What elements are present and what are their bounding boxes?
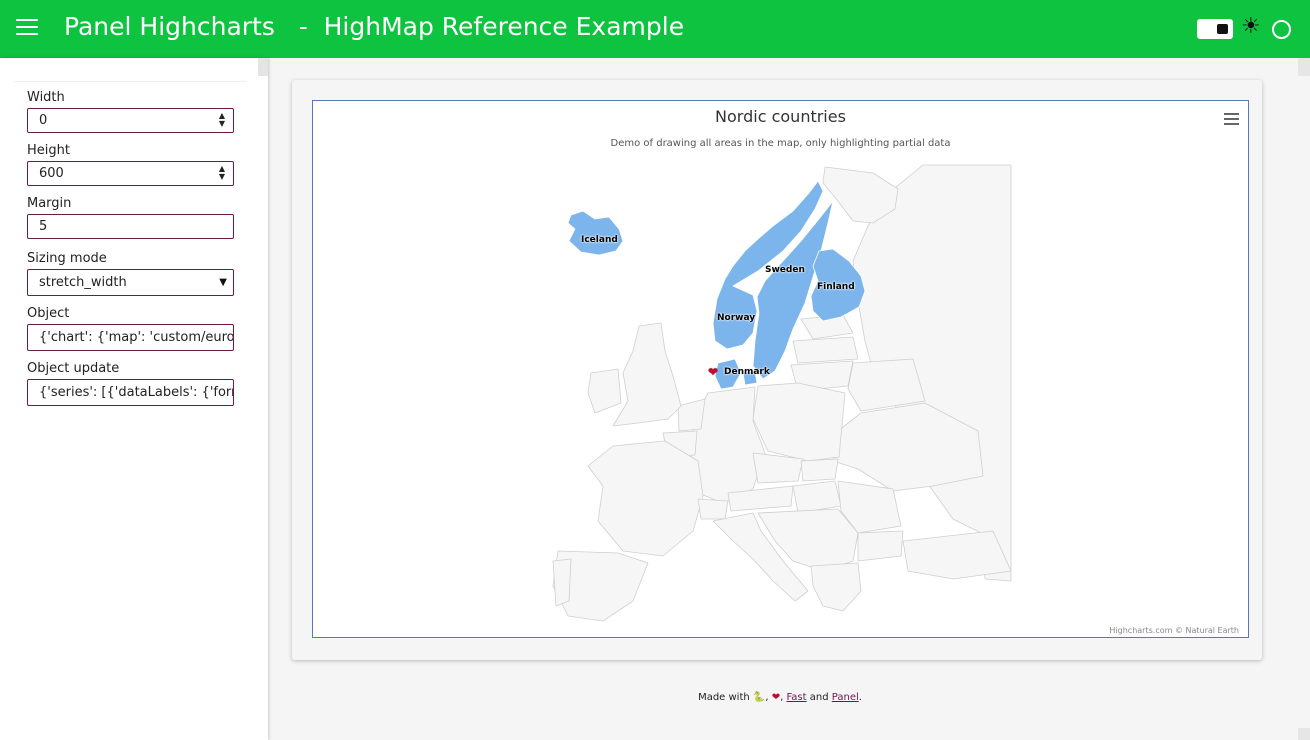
snake-icon: 🐍: [752, 692, 766, 703]
object-update-input[interactable]: {'series': [{'dataLabels': {'format: [27, 379, 234, 406]
sidebar-scrollbar[interactable]: [258, 58, 268, 76]
sweden-label: Sweden: [765, 265, 805, 275]
object-update-label: Object update: [27, 361, 120, 376]
object-value: {'chart': {'map': 'custom/europe: [39, 330, 234, 345]
great-britain-area[interactable]: [612, 322, 682, 427]
theme-toggle[interactable]: [1197, 19, 1233, 39]
width-input[interactable]: 0 ▲ ▼: [27, 108, 234, 133]
fast-link[interactable]: Fast: [786, 692, 806, 703]
bulgaria-area[interactable]: [857, 530, 904, 562]
object-update-value: {'series': [{'dataLabels': {'format: [39, 385, 233, 400]
portugal-area[interactable]: [552, 558, 572, 607]
height-value: 600: [39, 166, 64, 181]
greece-area[interactable]: [810, 562, 862, 612]
chart-credits[interactable]: Highcharts.com © Natural Earth: [1109, 626, 1239, 635]
switzerland-area[interactable]: [697, 498, 729, 520]
margin-input[interactable]: 5: [27, 214, 234, 239]
poland-area[interactable]: [752, 382, 846, 462]
footer-made-with: Made with: [698, 692, 750, 703]
height-input[interactable]: 600 ▲ ▼: [27, 161, 234, 186]
denmark-heart-icon: ❤: [708, 365, 719, 379]
iceland-label: Iceland: [581, 235, 618, 245]
footer-and: and: [809, 692, 829, 703]
main-scrollbar-down[interactable]: [1298, 728, 1310, 740]
main-scrollbar-up[interactable]: [1298, 58, 1310, 76]
norway-label: Norway: [717, 313, 756, 323]
hungary-area[interactable]: [792, 480, 842, 514]
ireland-area[interactable]: [587, 368, 622, 414]
finland-label: Finland: [817, 282, 855, 292]
slovakia-area[interactable]: [800, 458, 839, 482]
kola-area[interactable]: [822, 166, 899, 224]
margin-label: Margin: [27, 196, 72, 211]
heart-icon: ❤: [771, 692, 781, 703]
height-label: Height: [27, 143, 70, 158]
toggle-knob: [1217, 24, 1228, 34]
iceland-shape[interactable]: [567, 210, 624, 256]
sizing-mode-select[interactable]: stretch_width ▼: [27, 269, 234, 296]
footer: Made with 🐍, ❤, Fast and Panel.: [698, 692, 862, 703]
object-label: Object: [27, 306, 70, 321]
highmap-chart: Nordic countries Demo of drawing all are…: [312, 100, 1249, 638]
margin-value: 5: [39, 219, 48, 234]
width-spinner-icon[interactable]: ▲ ▼: [217, 112, 227, 128]
dropdown-arrow-icon: ▼: [219, 277, 227, 288]
chart-subtitle: Demo of drawing all areas in the map, on…: [610, 138, 951, 149]
circle-icon[interactable]: [1272, 20, 1291, 39]
belarus-area[interactable]: [847, 358, 926, 412]
europe-map: [552, 164, 1012, 622]
sun-icon[interactable]: ☀: [1241, 15, 1261, 39]
hamburger-menu-icon[interactable]: [16, 19, 38, 37]
app-title: Panel Highcharts - HighMap Reference Exa…: [64, 12, 685, 41]
sizing-mode-value: stretch_width: [39, 275, 127, 290]
netherlands-area[interactable]: [677, 398, 706, 432]
width-value: 0: [39, 113, 48, 128]
france-area[interactable]: [587, 440, 704, 557]
sidebar-divider: [14, 81, 247, 82]
chart-context-menu-icon[interactable]: [1224, 113, 1239, 126]
app-header: Panel Highcharts - HighMap Reference Exa…: [0, 0, 1310, 58]
object-input[interactable]: {'chart': {'map': 'custom/europe: [27, 324, 234, 351]
latvia-area[interactable]: [792, 336, 859, 364]
width-label: Width: [27, 90, 65, 105]
turkey-area[interactable]: [902, 530, 1012, 580]
panel-link[interactable]: Panel: [832, 692, 859, 703]
denmark-label: Denmark: [724, 367, 770, 377]
chart-title: Nordic countries: [715, 107, 846, 126]
sizing-mode-label: Sizing mode: [27, 251, 107, 266]
height-spinner-icon[interactable]: ▲ ▼: [217, 165, 227, 181]
